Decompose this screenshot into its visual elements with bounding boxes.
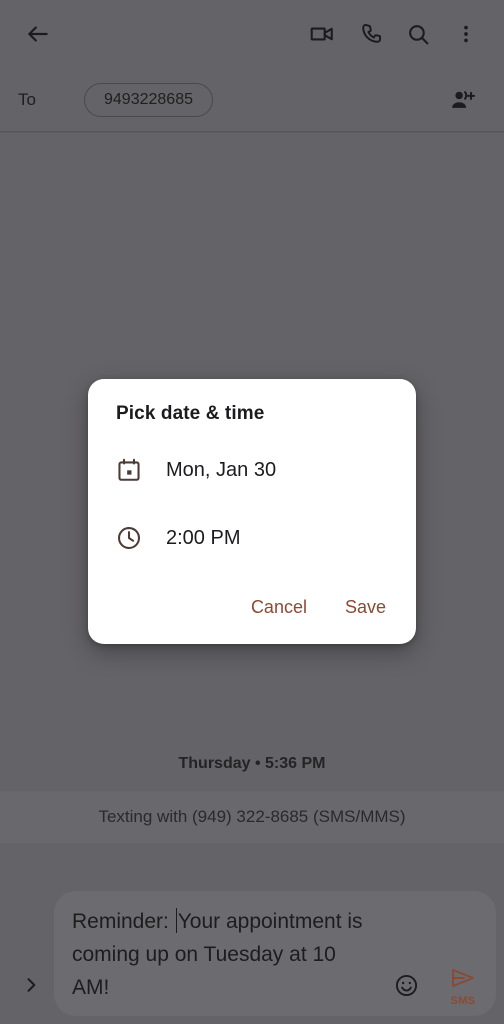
pick-date-time-dialog: Pick date & time Mon, Jan 30 2:00 PM Can… xyxy=(88,379,416,644)
search-icon xyxy=(406,22,431,47)
arrow-back-icon xyxy=(25,21,51,47)
compose-actions: SMS xyxy=(384,966,488,1010)
more-vert-icon xyxy=(455,23,477,45)
message-input-text: Reminder: Your appointment is coming up … xyxy=(72,905,372,1004)
send-icon xyxy=(450,967,476,994)
text-caret xyxy=(175,908,177,933)
message-input-field[interactable]: Reminder: Your appointment is coming up … xyxy=(54,891,496,1016)
expand-compose-button[interactable] xyxy=(8,956,54,1018)
emoji-button[interactable] xyxy=(384,966,428,1010)
send-button[interactable]: SMS xyxy=(438,967,488,1009)
time-value: 2:00 PM xyxy=(166,526,241,549)
recipient-row: To 9493228685 xyxy=(0,68,504,132)
recipient-chip[interactable]: 9493228685 xyxy=(84,83,213,117)
phone-icon xyxy=(358,22,383,47)
send-button-label: SMS xyxy=(450,995,476,1007)
videocam-icon xyxy=(309,21,335,47)
date-picker-row[interactable]: Mon, Jan 30 xyxy=(116,447,390,493)
dialog-actions: Cancel Save xyxy=(239,589,398,626)
time-picker-row[interactable]: 2:00 PM xyxy=(116,515,390,561)
date-value: Mon, Jan 30 xyxy=(166,458,277,481)
to-label: To xyxy=(18,90,36,109)
clock-icon xyxy=(116,525,150,551)
chevron-right-icon xyxy=(21,975,41,1000)
thread-timestamp: Thursday • 5:36 PM xyxy=(178,755,326,772)
overflow-menu-button[interactable] xyxy=(442,10,490,58)
video-call-button[interactable] xyxy=(298,10,346,58)
sms-type-banner: Texting with (949) 322-8685 (SMS/MMS) xyxy=(0,791,504,843)
save-button[interactable]: Save xyxy=(333,589,398,626)
dialog-title: Pick date & time xyxy=(116,403,265,424)
person-add-icon xyxy=(449,87,476,114)
message-text-before-caret: Reminder: xyxy=(72,910,175,933)
calendar-icon xyxy=(116,457,150,483)
cancel-button[interactable]: Cancel xyxy=(239,589,319,626)
top-toolbar xyxy=(0,0,504,68)
back-button[interactable] xyxy=(14,10,62,58)
add-person-button[interactable] xyxy=(438,76,486,124)
emoji-smile-icon xyxy=(394,973,419,1003)
compose-bar: Reminder: Your appointment is coming up … xyxy=(0,843,504,1024)
voice-call-button[interactable] xyxy=(346,10,394,58)
search-button[interactable] xyxy=(394,10,442,58)
